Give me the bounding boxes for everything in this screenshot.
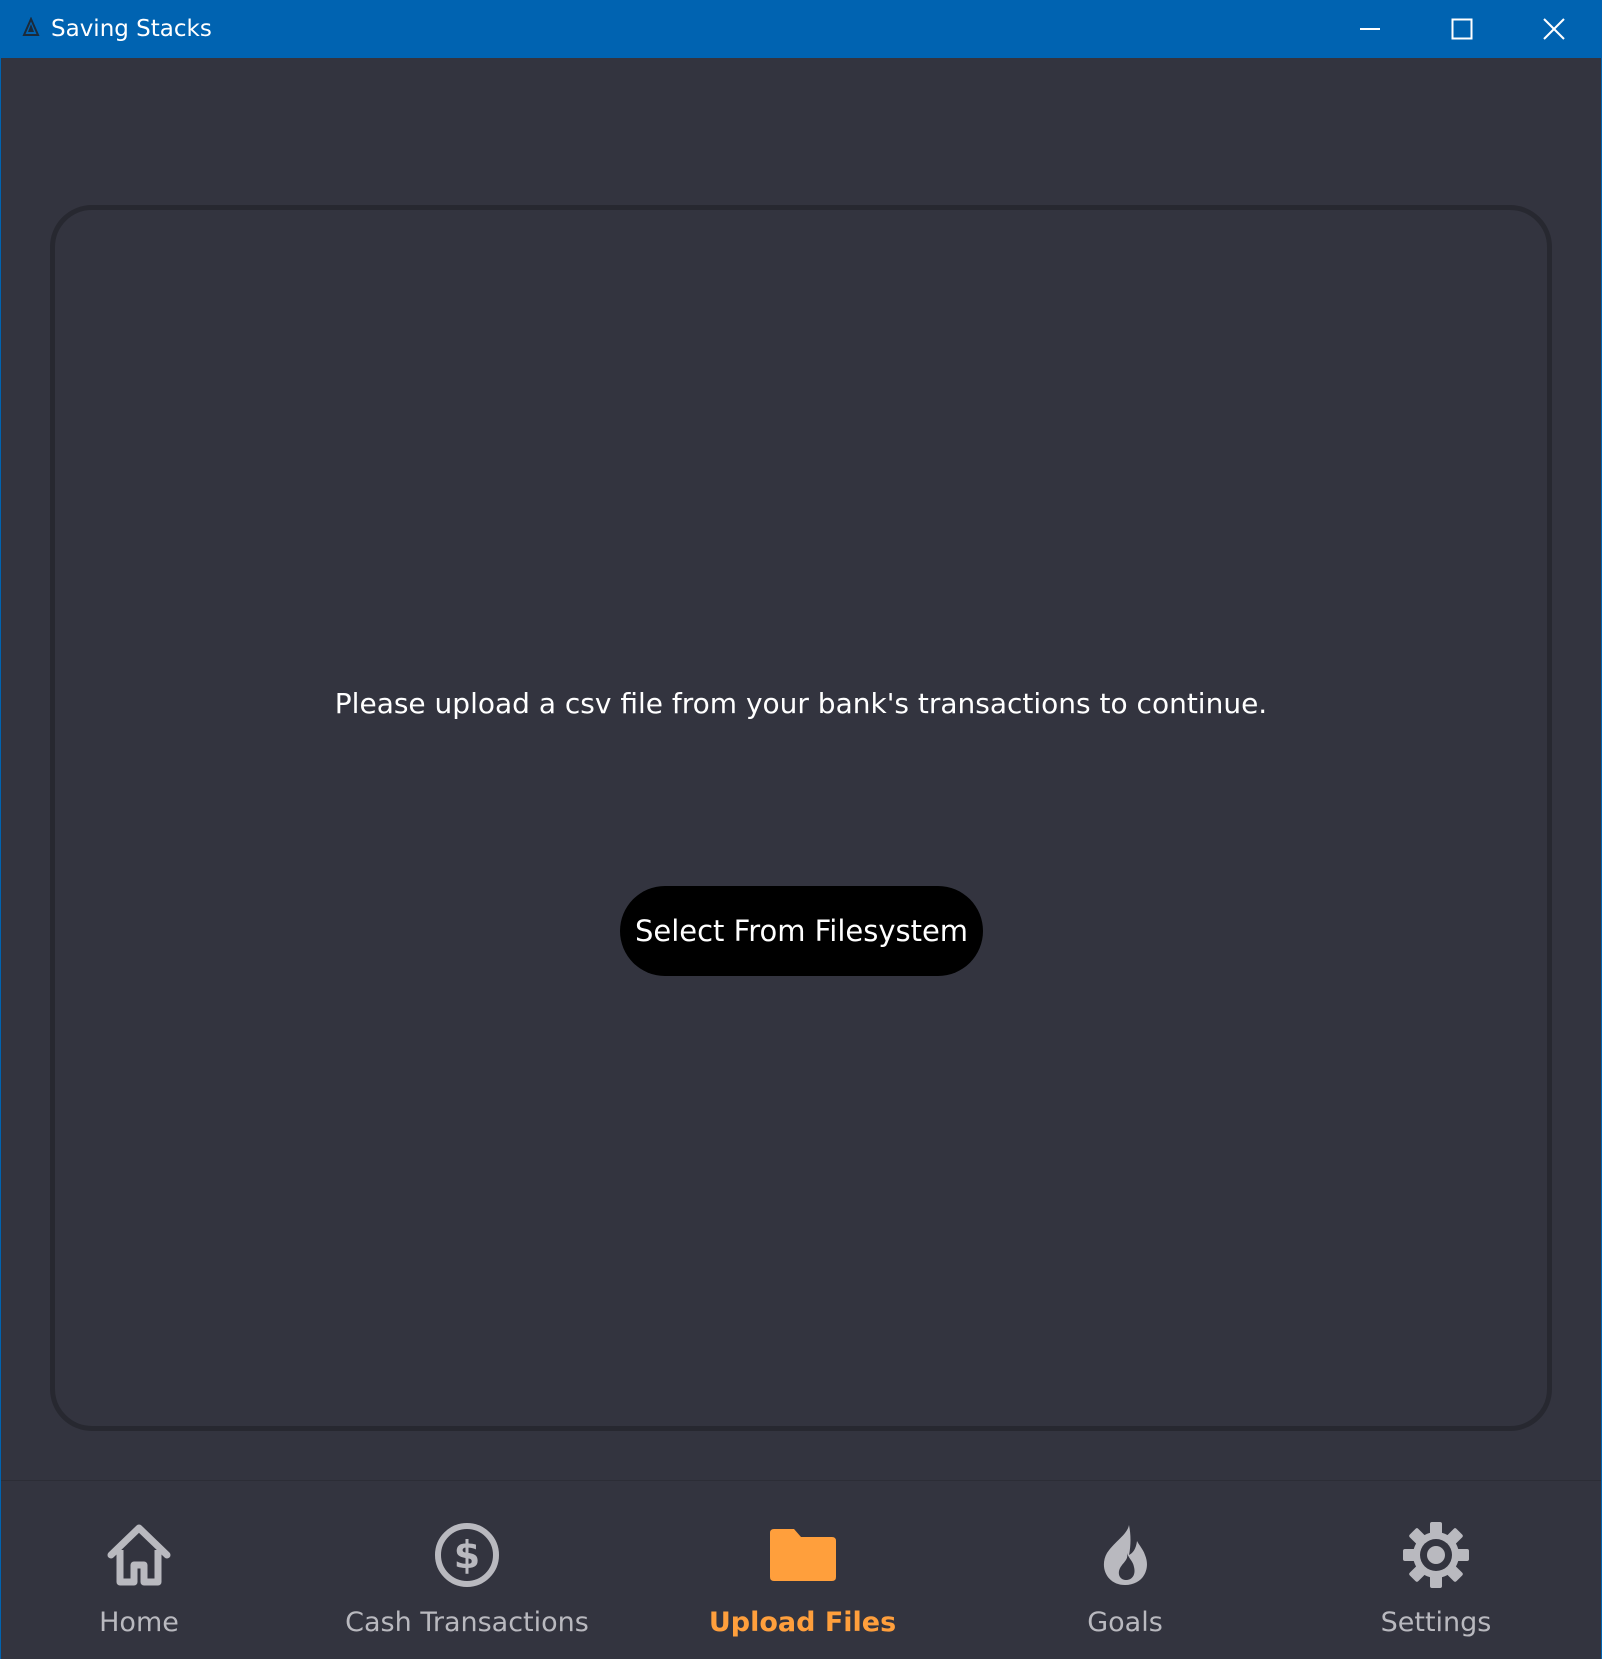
minimize-icon: [1360, 28, 1380, 30]
minimize-button[interactable]: [1324, 0, 1416, 58]
nav-label-cash-transactions: Cash Transactions: [345, 1607, 589, 1638]
title-bar: Saving Stacks: [0, 0, 1602, 58]
nav-label-home: Home: [99, 1607, 179, 1638]
nav-item-settings[interactable]: Settings: [1336, 1481, 1536, 1659]
window-title: Saving Stacks: [51, 16, 212, 42]
maximize-button[interactable]: [1416, 0, 1508, 58]
dollar-icon: $: [435, 1523, 499, 1587]
svg-text:$: $: [454, 1533, 480, 1577]
select-from-filesystem-button[interactable]: Select From Filesystem: [620, 886, 983, 976]
nav-item-home[interactable]: Home: [39, 1481, 239, 1659]
nav-label-settings: Settings: [1380, 1607, 1492, 1638]
close-icon: [1543, 18, 1565, 40]
gear-icon: [1403, 1522, 1469, 1588]
nav-label-upload-files: Upload Files: [708, 1607, 897, 1638]
home-icon: [107, 1524, 171, 1586]
nav-label-goals: Goals: [1087, 1607, 1163, 1638]
maximize-icon: [1451, 18, 1473, 40]
window-frame-left: [0, 58, 1, 1659]
nav-item-cash-transactions[interactable]: $ Cash Transactions: [336, 1481, 598, 1659]
nav-item-goals[interactable]: Goals: [1025, 1481, 1225, 1659]
upload-panel: [50, 205, 1552, 1431]
app-logo-icon: [22, 17, 40, 36]
bottom-navigation: Home $ Cash Transactions Upload Files Go…: [1, 1480, 1601, 1659]
upload-prompt: Please upload a csv file from your bank'…: [334, 687, 1268, 720]
flame-icon: [1103, 1525, 1147, 1585]
folder-icon: [769, 1529, 836, 1581]
nav-item-upload-files[interactable]: Upload Files: [689, 1481, 916, 1659]
close-button[interactable]: [1508, 0, 1600, 58]
